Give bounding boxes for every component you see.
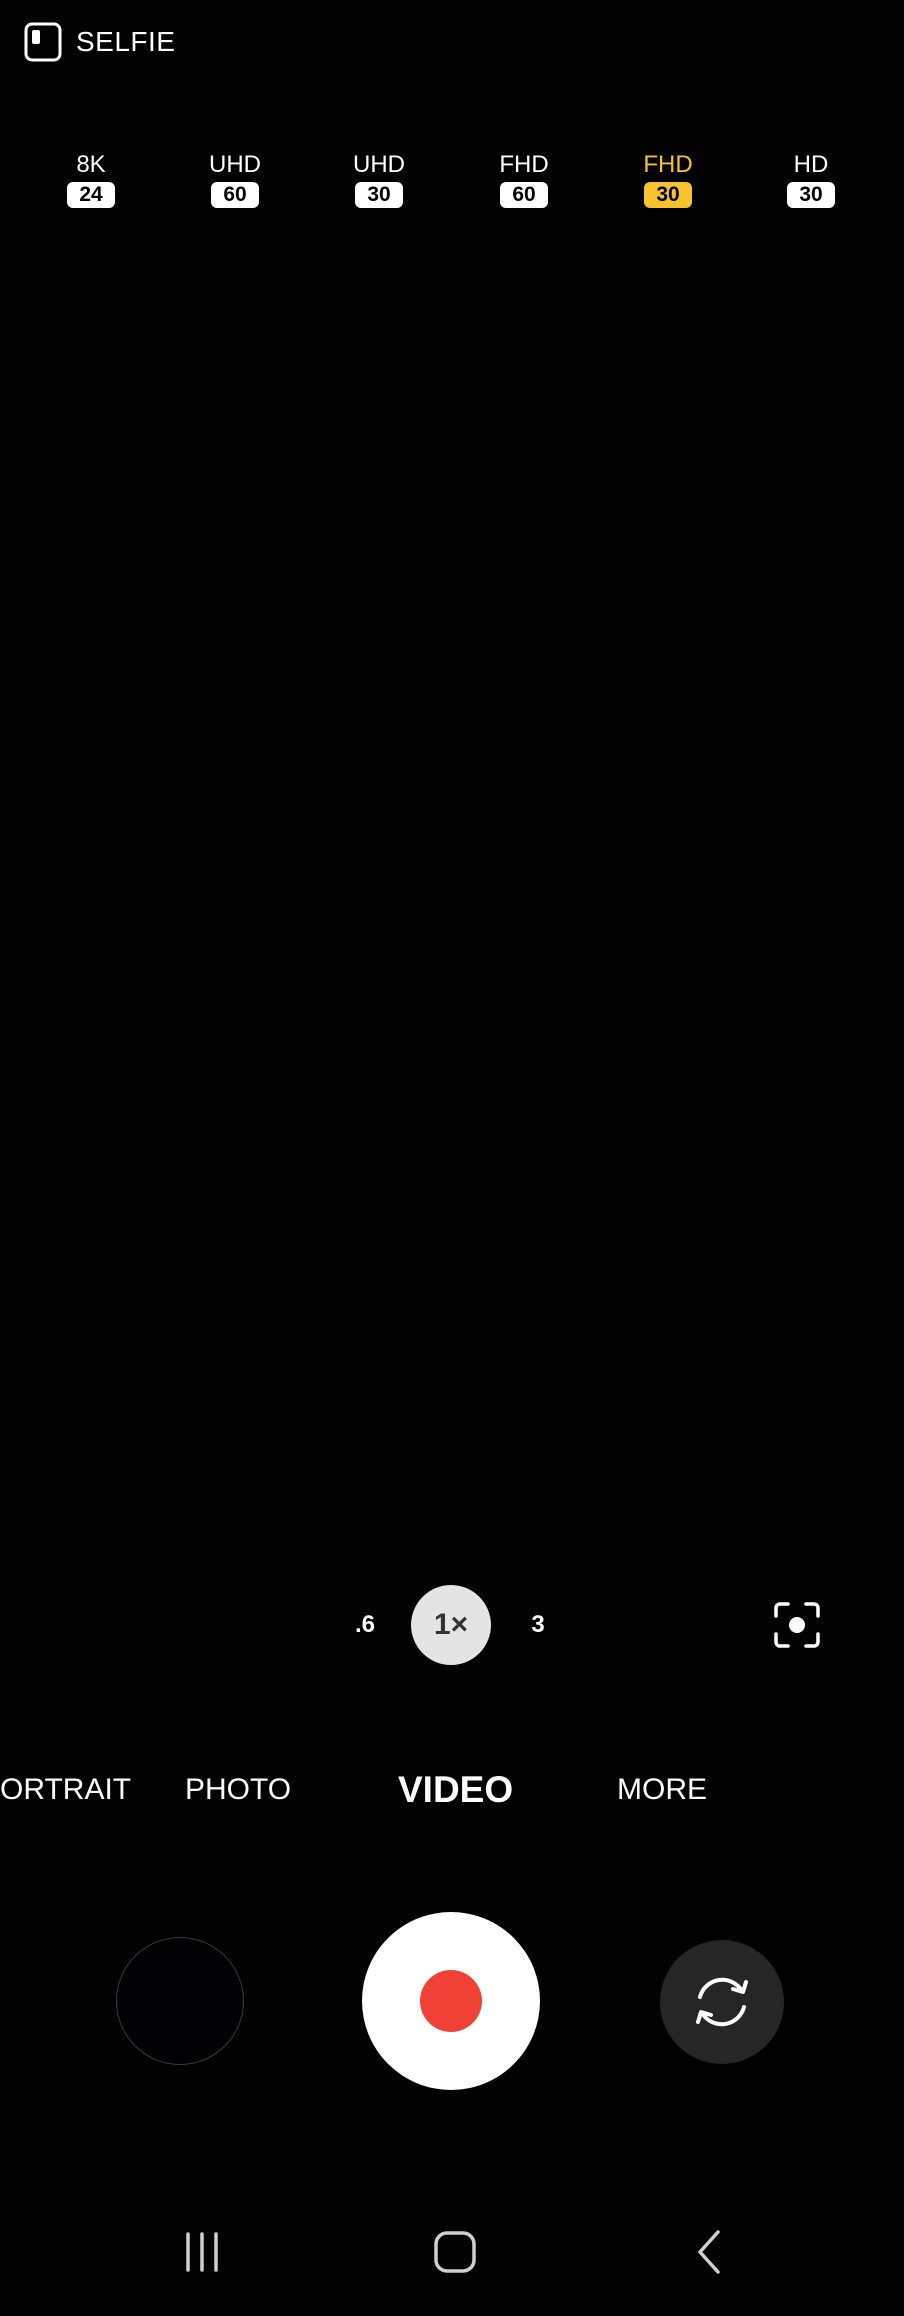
resolution-name: FHD	[499, 151, 549, 178]
nav-recents-button[interactable]	[172, 2222, 232, 2282]
resolution-fps-badge: 30	[355, 182, 403, 208]
back-icon	[698, 2230, 720, 2274]
resolution-fps-badge: 30	[644, 182, 692, 208]
mode-photo[interactable]: PHOTO	[185, 1765, 291, 1815]
selfie-camera-icon	[24, 22, 62, 62]
resolution-option-fhd-60[interactable]: FHD 60	[469, 150, 579, 208]
nav-back-button[interactable]	[680, 2222, 740, 2282]
nav-home-button[interactable]	[425, 2222, 485, 2282]
gallery-thumbnail[interactable]	[116, 1937, 244, 2065]
switch-camera-button[interactable]	[660, 1940, 784, 2064]
selfie-label: SELFIE	[76, 26, 176, 57]
zoom-tele-button[interactable]: 3	[508, 1585, 568, 1665]
camera-screen: SELFIE 8K 24 UHD 60 UHD 30 FHD 60 FHD 30…	[0, 0, 904, 2316]
mode-more[interactable]: MORE	[617, 1765, 707, 1815]
switch-camera-icon	[696, 1977, 748, 2027]
mode-carousel: ORTRAIT PHOTO VIDEO MORE	[0, 1765, 904, 1815]
resolution-fps-badge: 60	[500, 182, 548, 208]
resolution-option-hd-30[interactable]: HD 30	[756, 150, 866, 208]
recents-icon	[186, 2232, 218, 2272]
resolution-name: HD	[793, 151, 829, 178]
focus-button[interactable]	[772, 1600, 822, 1650]
resolution-selector: 8K 24 UHD 60 UHD 30 FHD 60 FHD 30 HD 30	[0, 150, 904, 220]
resolution-name: UHD	[209, 151, 261, 178]
resolution-name: FHD	[643, 151, 693, 178]
resolution-option-uhd-30[interactable]: UHD 30	[324, 150, 434, 208]
resolution-name: 8K	[76, 151, 106, 178]
focus-target-icon	[774, 1602, 820, 1648]
mode-portrait[interactable]: ORTRAIT	[0, 1765, 131, 1815]
record-button[interactable]	[362, 1912, 540, 2090]
resolution-fps-badge: 30	[787, 182, 835, 208]
zoom-wide-button[interactable]: .6	[335, 1585, 395, 1665]
home-icon	[434, 2231, 476, 2273]
resolution-option-fhd-30[interactable]: FHD 30	[613, 150, 723, 208]
resolution-fps-badge: 60	[211, 182, 259, 208]
mode-video[interactable]: VIDEO	[398, 1765, 513, 1815]
resolution-option-uhd-60[interactable]: UHD 60	[180, 150, 290, 208]
record-icon	[420, 1970, 482, 2032]
zoom-current-button[interactable]: 1×	[411, 1585, 491, 1665]
selfie-toggle[interactable]: SELFIE	[24, 20, 175, 64]
resolution-option-8k-24[interactable]: 8K 24	[36, 150, 146, 208]
resolution-name: UHD	[353, 151, 405, 178]
resolution-fps-badge: 24	[67, 182, 115, 208]
